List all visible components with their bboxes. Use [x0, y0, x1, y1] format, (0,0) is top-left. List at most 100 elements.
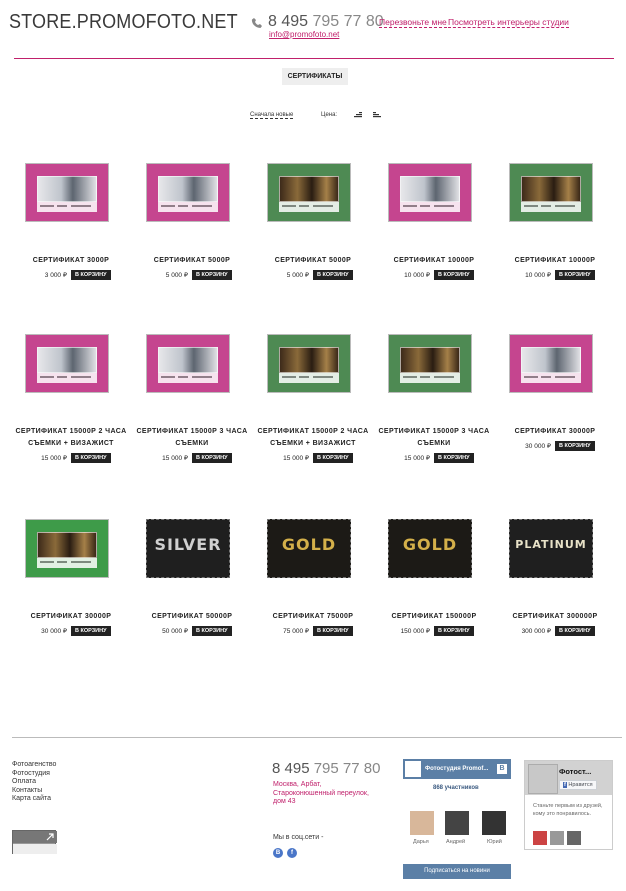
avatar[interactable]	[482, 811, 506, 835]
product-image[interactable]: GOLD	[388, 519, 472, 578]
product-title[interactable]: СЕРТИФИКАТ 15000Р 2 ЧАСА СЪЕМКИ + ВИЗАЖИС…	[11, 426, 131, 450]
certificate-band	[158, 373, 218, 383]
callback-link[interactable]: Перезвоньте мне	[379, 17, 447, 28]
footer-link-payment[interactable]: Оплата	[12, 778, 56, 787]
product-image[interactable]: GOLD	[267, 519, 351, 578]
product-title[interactable]: СЕРТИФИКАТ 5000Р	[253, 255, 373, 267]
product-title[interactable]: СЕРТИФИКАТ 75000Р	[253, 611, 373, 623]
product-title[interactable]: СЕРТИФИКАТ 15000Р 3 ЧАСА СЪЕМКИ	[374, 426, 494, 450]
certificate-badge-text: PLATINUM	[515, 538, 587, 551]
product-title-line: СЕРТИФИКАТ 50000Р	[151, 613, 233, 620]
add-to-cart-button[interactable]: В КОРЗИНУ	[192, 626, 232, 636]
visit-counter-badge[interactable]	[12, 830, 57, 854]
footer-link-contacts[interactable]: Контакты	[12, 787, 56, 796]
product-image[interactable]: PLATINUM	[509, 519, 593, 578]
product-image[interactable]	[388, 334, 472, 393]
footer-phone-number: 795 77 80	[313, 760, 381, 777]
add-to-cart-button[interactable]: В КОРЗИНУ	[192, 453, 232, 463]
certificate-photo	[37, 347, 97, 373]
product-image[interactable]	[25, 519, 109, 578]
product-image[interactable]	[146, 334, 230, 393]
product-title-line: СЕРТИФИКАТ 15000Р 2 ЧАСА	[15, 428, 127, 435]
product-price: 5 000 ₽	[165, 272, 188, 279]
product-title[interactable]: СЕРТИФИКАТ 15000Р 3 ЧАСА СЪЕМКИ	[132, 426, 252, 450]
add-to-cart-button[interactable]: В КОРЗИНУ	[434, 453, 474, 463]
site-logo[interactable]: STORE.PROMOFOTO.NET	[9, 11, 238, 34]
certificate-band	[37, 373, 97, 383]
facebook-icon[interactable]: f	[287, 848, 297, 858]
add-to-cart-button[interactable]: В КОРЗИНУ	[71, 270, 111, 280]
product-price: 300 000 ₽	[521, 628, 551, 635]
header-email[interactable]: info@promofoto.net	[269, 30, 339, 39]
vk-members-count: 868 участников	[433, 785, 479, 791]
product-title[interactable]: СЕРТИФИКАТ 10000Р	[374, 255, 494, 267]
product-title-line: СЕРТИФИКАТ 75000Р	[272, 613, 354, 620]
certificate-band	[521, 373, 581, 383]
footer-link-sitemap[interactable]: Карта сайта	[12, 795, 56, 804]
product-image[interactable]	[267, 334, 351, 393]
sort-price-asc-icon[interactable]	[354, 111, 362, 118]
footer-link-agency[interactable]: Фотоагенство	[12, 761, 56, 770]
footer-divider	[12, 737, 622, 738]
sort-newest-link[interactable]: Сначала новые	[250, 112, 294, 119]
vk-group-title: Фотостудия Promof...	[425, 766, 489, 772]
product-title[interactable]: СЕРТИФИКАТ 300000Р	[495, 611, 615, 623]
product-price: 10 000 ₽	[525, 272, 551, 279]
fb-like-button[interactable]: f Нравится	[559, 780, 597, 790]
add-to-cart-button[interactable]: В КОРЗИНУ	[434, 626, 474, 636]
add-to-cart-button[interactable]: В КОРЗИНУ	[313, 453, 353, 463]
certificate-band	[37, 558, 97, 568]
product-title[interactable]: СЕРТИФИКАТ 150000Р	[374, 611, 494, 623]
avatar[interactable]	[445, 811, 469, 835]
product-image[interactable]	[509, 163, 593, 222]
product-title-line: СЕРТИФИКАТ 5000Р	[153, 257, 231, 264]
footer-address: Москва, Арбат, Староконюшенный переулок,…	[273, 781, 369, 805]
header-divider	[14, 58, 614, 59]
product-title[interactable]: СЕРТИФИКАТ 30000Р	[495, 426, 615, 438]
product-price: 30 000 ₽	[525, 443, 551, 450]
fb-page-title[interactable]: Фотост...	[559, 767, 591, 776]
product-image[interactable]	[267, 163, 351, 222]
add-to-cart-button[interactable]: В КОРЗИНУ	[555, 626, 595, 636]
product-image[interactable]	[25, 163, 109, 222]
certificate-band	[400, 202, 460, 212]
fb-like-label: Нравится	[568, 782, 593, 788]
product-title[interactable]: СЕРТИФИКАТ 15000Р 2 ЧАСА СЪЕМКИ + ВИЗАЖИС…	[253, 426, 373, 450]
footer-link-studio[interactable]: Фотостудия	[12, 770, 56, 779]
product-price: 15 000 ₽	[162, 455, 188, 462]
avatar[interactable]	[410, 811, 434, 835]
certificate-photo	[400, 347, 460, 373]
product-image[interactable]	[509, 334, 593, 393]
add-to-cart-button[interactable]: В КОРЗИНУ	[313, 270, 353, 280]
add-to-cart-button[interactable]: В КОРЗИНУ	[434, 270, 474, 280]
add-to-cart-button[interactable]: В КОРЗИНУ	[71, 453, 111, 463]
product-title-line: СЪЕМКИ	[175, 440, 209, 447]
add-to-cart-button[interactable]: В КОРЗИНУ	[555, 441, 595, 451]
product-image[interactable]: SILVER	[146, 519, 230, 578]
vk-subscribe-button[interactable]: Подписаться на новини	[403, 864, 511, 879]
product-title[interactable]: СЕРТИФИКАТ 10000Р	[495, 255, 615, 267]
product-image[interactable]	[146, 163, 230, 222]
product-title[interactable]: СЕРТИФИКАТ 5000Р	[132, 255, 252, 267]
product-title[interactable]: СЕРТИФИКАТ 50000Р	[132, 611, 252, 623]
product-price: 30 000 ₽	[41, 628, 67, 635]
avatar[interactable]	[533, 831, 547, 845]
sort-price-desc-icon[interactable]	[373, 111, 381, 118]
avatar[interactable]	[567, 831, 581, 845]
product-title[interactable]: СЕРТИФИКАТ 3000Р	[11, 255, 131, 267]
add-to-cart-button[interactable]: В КОРЗИНУ	[192, 270, 232, 280]
product-title-line: СЪЕМКИ	[417, 440, 451, 447]
product-title[interactable]: СЕРТИФИКАТ 30000Р	[11, 611, 131, 623]
avatar[interactable]	[550, 831, 564, 845]
vk-icon[interactable]: B	[273, 848, 283, 858]
product-price: 10 000 ₽	[404, 272, 430, 279]
footer-phone-prefix: 8 495	[272, 760, 310, 777]
product-image[interactable]	[25, 334, 109, 393]
add-to-cart-button[interactable]: В КОРЗИНУ	[71, 626, 111, 636]
product-image[interactable]	[388, 163, 472, 222]
add-to-cart-button[interactable]: В КОРЗИНУ	[313, 626, 353, 636]
interiors-link[interactable]: Посмотреть интерьеры студии	[448, 17, 569, 28]
phone-number: 795 77 80	[312, 13, 384, 30]
add-to-cart-button[interactable]: В КОРЗИНУ	[555, 270, 595, 280]
category-button-certificates[interactable]: СЕРТИФИКАТЫ	[282, 68, 348, 85]
